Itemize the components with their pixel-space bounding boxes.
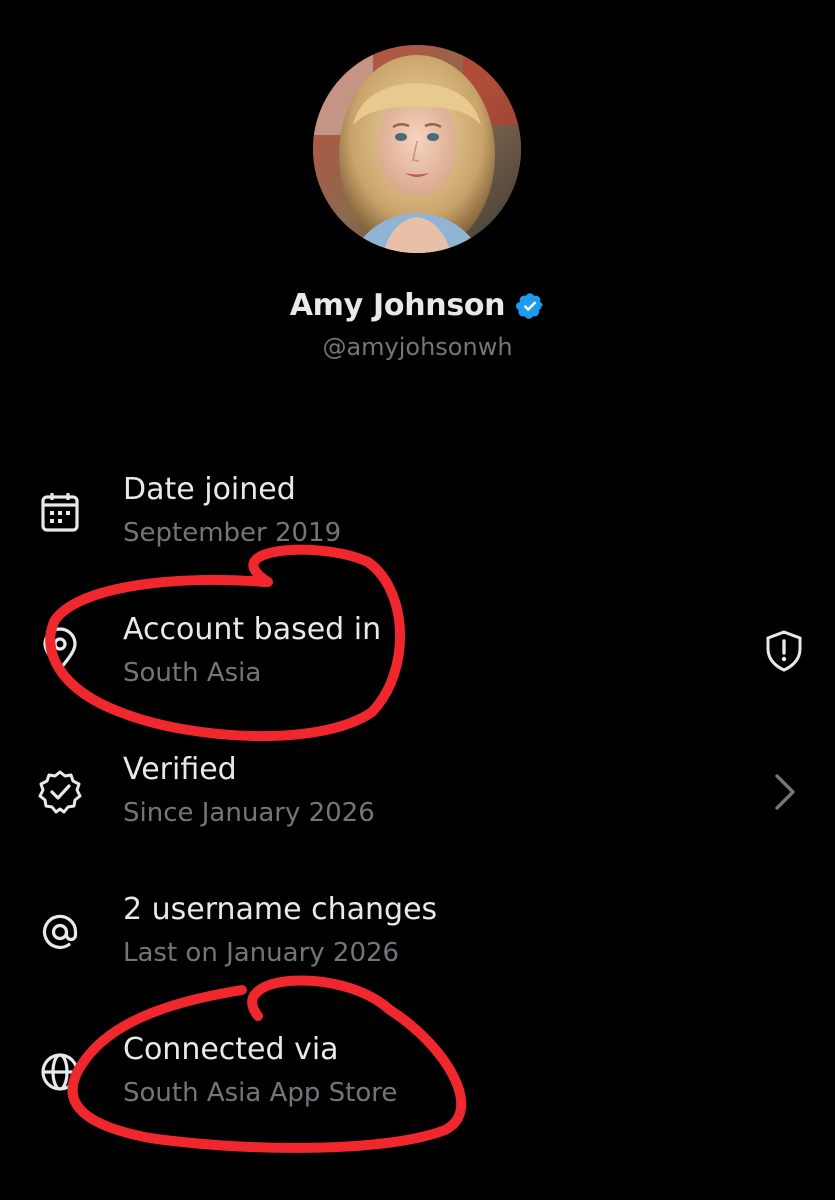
detail-subtitle: September 2019 <box>123 518 342 548</box>
profile-name: Amy Johnson <box>289 288 506 323</box>
detail-title: Date joined <box>123 472 296 507</box>
globe-icon <box>41 1053 79 1091</box>
detail-title: Connected via <box>123 1032 339 1067</box>
chevron-right-icon[interactable] <box>762 770 806 814</box>
detail-title: Verified <box>123 752 237 787</box>
detail-row-verified[interactable]: Verified Since January 2026 <box>0 752 835 862</box>
profile-handle: @amyjohsonwh <box>322 333 513 361</box>
detail-title: 2 username changes <box>123 892 438 927</box>
profile-avatar[interactable] <box>313 45 521 253</box>
detail-row-username-changes: 2 username changes Last on January 2026 <box>0 892 835 1002</box>
profile-name-row: Amy Johnson <box>0 288 835 323</box>
detail-subtitle: South Asia App Store <box>123 1078 398 1108</box>
detail-subtitle: Since January 2026 <box>123 798 375 828</box>
at-sign-icon <box>42 914 78 949</box>
detail-subtitle: South Asia <box>123 658 262 688</box>
shield-alert-icon[interactable] <box>762 629 806 673</box>
detail-row-connected-via: Connected via South Asia App Store <box>0 1032 835 1142</box>
location-pin-icon <box>43 627 77 672</box>
detail-subtitle: Last on January 2026 <box>123 938 400 968</box>
verified-badge-icon[interactable] <box>515 291 545 321</box>
detail-row-date-joined: Date joined September 2019 <box>0 472 835 582</box>
calendar-icon <box>41 493 79 532</box>
detail-title: Account based in <box>123 612 382 647</box>
verified-check-icon <box>38 770 82 814</box>
avatar-image <box>313 45 521 253</box>
detail-row-account-based-in: Account based in South Asia <box>0 612 835 722</box>
